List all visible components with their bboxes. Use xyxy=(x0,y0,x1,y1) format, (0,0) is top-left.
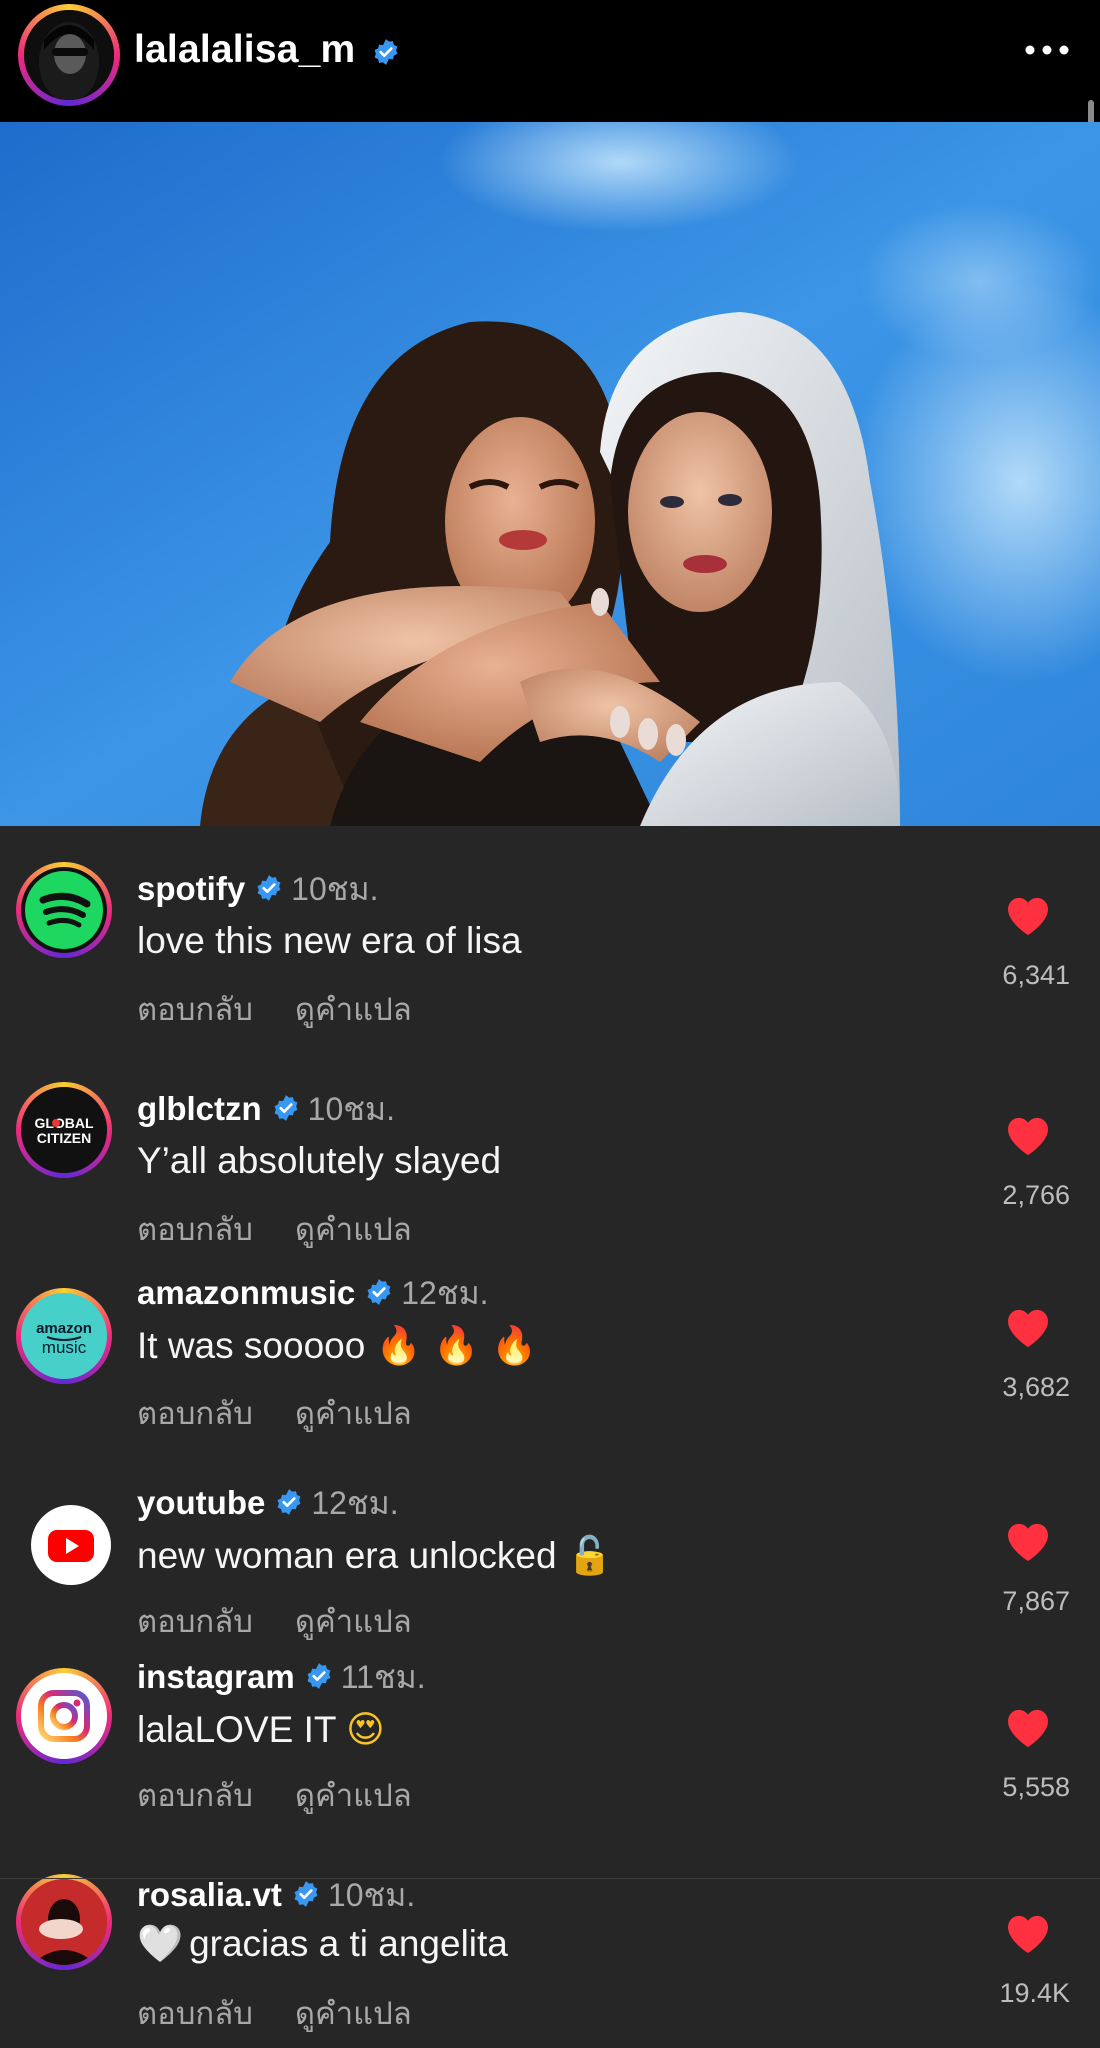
see-translation-button[interactable]: ดูคำแปล xyxy=(295,992,412,1027)
comment-time: 10ชม. xyxy=(291,871,379,907)
reply-button[interactable]: ตอบกลับ xyxy=(137,1778,253,1813)
verified-badge-icon xyxy=(274,1095,298,1122)
comment-actions: ตอบกลับ ดูคำแปล xyxy=(137,1388,412,1438)
see-translation-button[interactable]: ดูคำแปล xyxy=(295,1604,412,1639)
comment-time: 12ชม. xyxy=(401,1275,489,1311)
svg-text:music: music xyxy=(42,1338,87,1357)
verified-badge-icon xyxy=(367,1279,391,1306)
comment-text: It was sooooo 🔥 🔥 🔥 xyxy=(137,1324,538,1367)
profile-avatar xyxy=(24,10,114,100)
like-count: 5,558 xyxy=(1002,1772,1070,1802)
comment-text: new woman era unlocked 🔓 xyxy=(137,1534,613,1577)
like-count: 2,766 xyxy=(1002,1180,1070,1210)
reply-button[interactable]: ตอบกลับ xyxy=(137,1604,253,1639)
amazon-music-logo-icon: amazon music xyxy=(21,1293,107,1379)
comment-avatar[interactable] xyxy=(28,1502,114,1588)
like-count: 19.4K xyxy=(999,1978,1070,2008)
comment-time: 10ชม. xyxy=(327,1877,416,1913)
heart-icon[interactable] xyxy=(1006,1522,1050,1562)
comment-avatar[interactable]: GLOBAL CITIZEN xyxy=(16,1082,112,1178)
white-heart-emoji: 🤍 xyxy=(137,1922,184,1965)
divider xyxy=(0,1878,1100,1879)
like-count: 6,341 xyxy=(1002,960,1070,990)
profile-username[interactable]: lalalalisa_m xyxy=(134,28,355,72)
comment-username[interactable]: glblctzn 10ชม. xyxy=(137,1084,395,1135)
comment-actions: ตอบกลับ ดูคำแปล xyxy=(137,1596,412,1646)
reply-button[interactable]: ตอบกลับ xyxy=(137,1212,253,1247)
comment-text: lalaLOVE IT 😍 xyxy=(137,1708,385,1751)
see-translation-button[interactable]: ดูคำแปล xyxy=(295,1778,412,1813)
verified-badge-icon xyxy=(257,875,281,902)
comment-username[interactable]: youtube 12ชม. xyxy=(137,1478,399,1529)
comment-username[interactable]: spotify 10ชม. xyxy=(137,864,378,915)
comment-text: love this new era of lisa xyxy=(137,920,522,961)
unlocked-emoji: 🔓 xyxy=(566,1534,613,1577)
heart-icon[interactable] xyxy=(1006,1708,1050,1748)
see-translation-button[interactable]: ดูคำแปล xyxy=(295,1396,412,1431)
heart-icon[interactable] xyxy=(1006,1116,1050,1156)
comment-time: 11ชม. xyxy=(340,1659,426,1695)
comment-actions: ตอบกลับ ดูคำแปล xyxy=(137,984,412,1034)
heart-icon[interactable] xyxy=(1006,1308,1050,1348)
fire-emoji: 🔥 🔥 🔥 xyxy=(375,1324,538,1367)
comments-section: spotify 10ชม. love this new era of lisa ต… xyxy=(0,826,1100,2048)
comment-avatar[interactable] xyxy=(16,862,112,958)
rosalia-avatar xyxy=(21,1879,107,1965)
reply-button[interactable]: ตอบกลับ xyxy=(137,992,253,1027)
svg-text:CITIZEN: CITIZEN xyxy=(37,1130,91,1146)
comment-username[interactable]: instagram 11ชม. xyxy=(137,1652,426,1703)
see-translation-button[interactable]: ดูคำแปล xyxy=(295,1212,412,1247)
comment-username[interactable]: amazonmusic 12ชม. xyxy=(137,1268,489,1319)
post-photo[interactable] xyxy=(0,122,1100,826)
verified-badge-icon xyxy=(294,1881,318,1908)
comment-text: 🤍 gracias a ti angelita xyxy=(137,1922,508,1965)
comment-actions: ตอบกลับ ดูคำแปล xyxy=(137,1770,412,1820)
svg-text:amazon: amazon xyxy=(36,1320,92,1337)
spotify-logo-icon xyxy=(25,871,103,949)
reply-button[interactable]: ตอบกลับ xyxy=(137,1396,253,1431)
reply-button[interactable]: ตอบกลับ xyxy=(137,1996,253,2031)
youtube-logo-icon xyxy=(31,1505,111,1585)
like-count: 3,682 xyxy=(1002,1372,1070,1402)
verified-badge-icon xyxy=(307,1663,331,1690)
profile-avatar-story-ring[interactable] xyxy=(18,4,120,106)
svg-text:GLOBAL: GLOBAL xyxy=(34,1115,94,1131)
comment-time: 10ชม. xyxy=(307,1091,395,1127)
global-citizen-logo-icon: GLOBAL CITIZEN xyxy=(21,1087,107,1173)
comment-avatar[interactable] xyxy=(16,1874,112,1970)
comment-avatar[interactable] xyxy=(16,1668,112,1764)
comment-time: 12ชม. xyxy=(311,1485,399,1521)
heart-icon[interactable] xyxy=(1006,1914,1050,1954)
comment-actions: ตอบกลับ ดูคำแปล xyxy=(137,1988,412,2038)
comment-avatar[interactable]: amazon music xyxy=(16,1288,112,1384)
heart-eyes-emoji: 😍 xyxy=(346,1708,385,1751)
instagram-logo-icon xyxy=(21,1673,107,1759)
post-header: lalalalisa_m xyxy=(0,0,1100,296)
comment-actions: ตอบกลับ ดูคำแปล xyxy=(137,1204,412,1254)
heart-icon[interactable] xyxy=(1006,896,1050,936)
like-count: 7,867 xyxy=(1002,1586,1070,1616)
comment-text: Y’all absolutely slayed xyxy=(137,1140,502,1181)
verified-badge-icon xyxy=(374,39,398,65)
more-horizontal-icon[interactable] xyxy=(1024,44,1070,56)
see-translation-button[interactable]: ดูคำแปล xyxy=(295,1996,412,2031)
verified-badge-icon xyxy=(277,1489,301,1516)
